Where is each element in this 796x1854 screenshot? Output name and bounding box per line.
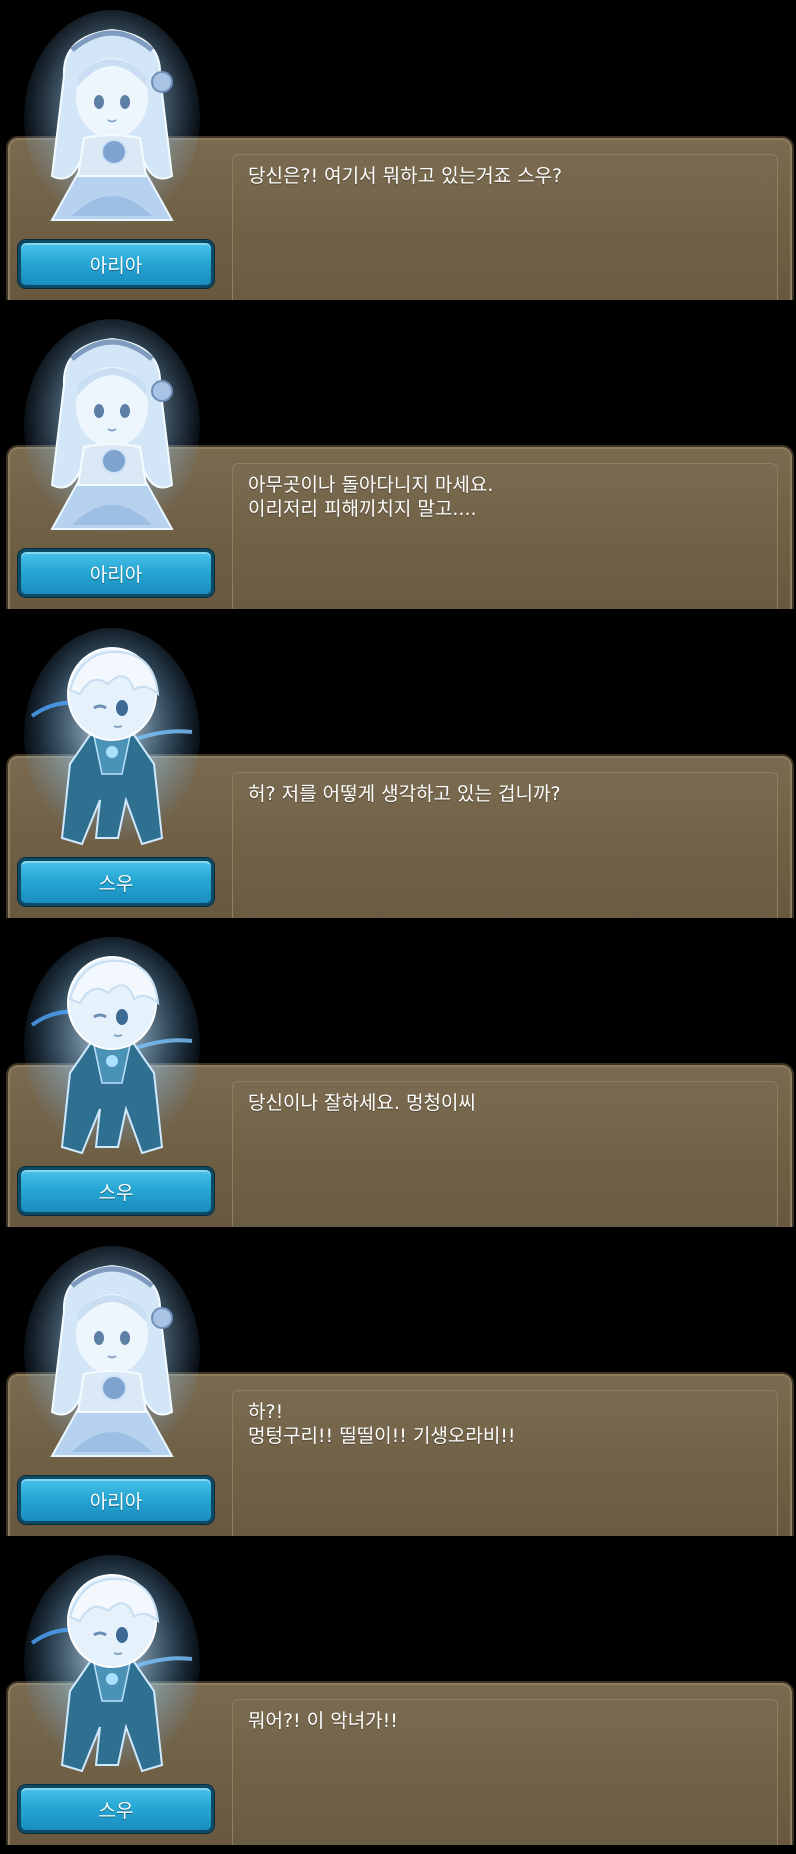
speaker-name-button[interactable]: 스우 [18, 1785, 214, 1833]
dialogue-text: 허? 저를 어떻게 생각하고 있는 겁니까? [248, 783, 561, 805]
dialogue-text: 당신은?! 여기서 뭐하고 있는거죠 스우? [248, 165, 563, 187]
swoo-portrait [22, 933, 202, 1157]
speaker-name-button[interactable]: 아리아 [18, 1476, 214, 1524]
dialogue-panel: 당신은?! 여기서 뭐하고 있는거죠 스우? 아리아 [0, 0, 796, 300]
dialogue-text: 당신이나 잘하세요. 멍청이씨 [248, 1092, 476, 1114]
dialogue-panel: 뭐어?! 이 악녀가!! 스우 [0, 1545, 796, 1845]
dialogue-stack: 당신은?! 여기서 뭐하고 있는거죠 스우? 아리아 아무곳이나 돌아다니지 마… [0, 0, 796, 1854]
speaker-name-button[interactable]: 아리아 [18, 549, 214, 597]
aria-portrait [22, 315, 202, 539]
dialogue-panel: 아무곳이나 돌아다니지 마세요. 이리저리 피해끼치지 말고.... 아리아 [0, 309, 796, 609]
aria-portrait [22, 6, 202, 230]
dialogue-text: 아무곳이나 돌아다니지 마세요. 이리저리 피해끼치지 말고.... [248, 474, 494, 520]
swoo-portrait [22, 624, 202, 848]
dialogue-panel: 허? 저를 어떻게 생각하고 있는 겁니까? 스우 [0, 618, 796, 918]
dialogue-panel: 당신이나 잘하세요. 멍청이씨 스우 [0, 927, 796, 1227]
dialogue-text: 하?! 멍텅구리!! 띨띨이!! 기생오라비!! [248, 1401, 516, 1447]
aria-portrait [22, 1242, 202, 1466]
speaker-name-button[interactable]: 아리아 [18, 240, 214, 288]
dialogue-text: 뭐어?! 이 악녀가!! [248, 1710, 398, 1732]
dialogue-panel: 하?! 멍텅구리!! 띨띨이!! 기생오라비!! 아리아 [0, 1236, 796, 1536]
swoo-portrait [22, 1551, 202, 1775]
speaker-name-button[interactable]: 스우 [18, 1167, 214, 1215]
speaker-name-button[interactable]: 스우 [18, 858, 214, 906]
